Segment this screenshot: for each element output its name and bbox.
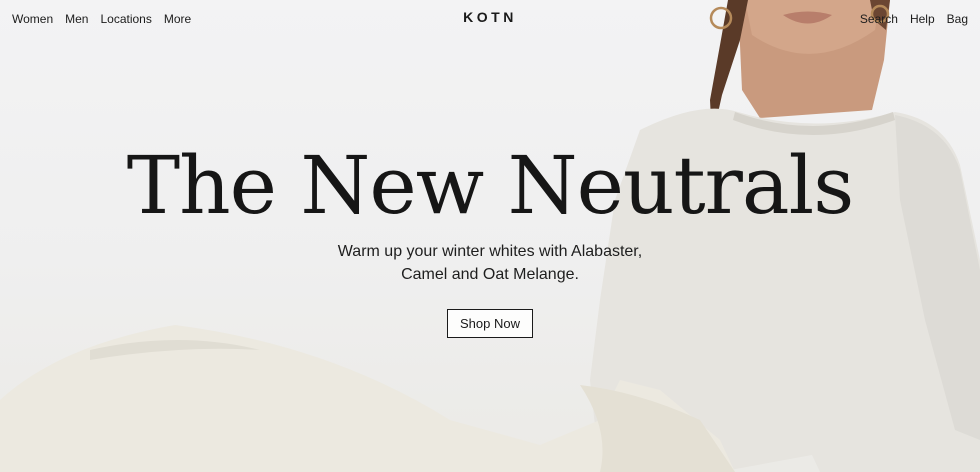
hero-subhead-line-1: Warm up your winter whites with Alabaste… [337, 243, 643, 260]
hero-image [0, 0, 980, 472]
hero-subhead-line-2: Camel and Oat Melange. [401, 266, 579, 283]
shop-now-button[interactable]: Shop Now [447, 309, 533, 338]
hero-subhead: Warm up your winter whites with Alabaste… [290, 240, 690, 286]
nav-search-link[interactable]: Search [860, 12, 898, 26]
nav-help-link[interactable]: Help [910, 12, 935, 26]
hero-headline: The New Neutrals [126, 139, 855, 232]
top-navigation: Women Men Locations More KOTN Search Hel… [0, 0, 980, 38]
brand-logo[interactable]: KOTN [0, 9, 980, 25]
nav-right-group: Search Help Bag [860, 12, 968, 26]
hero-banner: Women Men Locations More KOTN Search Hel… [0, 0, 980, 472]
nav-bag-link[interactable]: Bag [947, 12, 968, 26]
